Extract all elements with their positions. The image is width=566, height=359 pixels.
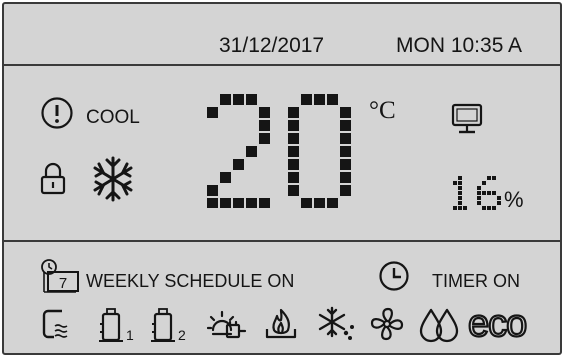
digit-dot [246,146,257,157]
digit-dot [482,181,486,185]
digit-dot [288,146,299,157]
digit-dot [492,206,496,210]
digit-dot [458,181,462,185]
digit-dot [288,120,299,131]
digit-dot [492,191,496,195]
weekly-schedule-label: WEEKLY SCHEDULE ON [86,271,295,291]
digit-dot [497,201,501,205]
digit-dot [327,198,338,208]
plug-sun-icon [207,305,247,343]
mode-label: COOL [86,107,140,128]
digit-dot [246,94,257,105]
digit-dot [482,191,486,195]
tank-2-index: 2 [178,327,186,343]
digit-dot [482,206,486,210]
digit-dot [288,133,299,144]
digit-dot [340,185,351,196]
fan-icon [368,306,406,342]
calendar-day: 7 [59,275,67,292]
digit-dot [458,176,462,180]
digit-dot [340,107,351,118]
top-divider [4,64,560,66]
tank-1-index: 1 [126,327,134,343]
monitor-icon [450,102,484,136]
bottom-divider [4,240,560,242]
digit-dot [487,176,491,180]
digit-dot [246,198,257,208]
digit-dot [487,191,491,195]
temperature-unit: °C [369,97,396,124]
digit-dot [453,206,457,210]
digit-dot [207,185,218,196]
thermostat-display: 31/12/2017 MON 10:35 A COOL 20 °C [2,2,562,355]
digit-dot [220,198,231,208]
digit-dot [314,198,325,208]
digit-dot [492,176,496,180]
digit-dot [497,196,501,200]
tank-1-icon: 1 [96,306,136,344]
digit-dot [340,172,351,183]
snowflake-icon [90,154,136,204]
temperature-display: 20 [207,94,367,208]
digit-dot [207,198,218,208]
digit-dot [477,186,481,190]
humidity-display: 16 [448,176,502,212]
digit-dot [458,191,462,195]
digit-dot [288,172,299,183]
digit-dot [487,206,491,210]
digit-dot [301,198,312,208]
padlock-icon [40,162,66,196]
defrost-icon [316,305,356,343]
digit-dot [340,146,351,157]
eco-text: eco [468,304,526,344]
digit-dot [259,198,270,208]
digit-dot [458,186,462,190]
digit-dot [340,120,351,131]
clock-icon [378,260,410,292]
digit-dot [259,120,270,131]
digit-dot [288,107,299,118]
digit-dot [220,172,231,183]
calendar-clock-icon: 7 [40,258,82,294]
digit-dot [233,198,244,208]
digit-dot [233,94,244,105]
digit-dot [340,133,351,144]
digit-dot [327,94,338,105]
digit-dot [477,191,481,195]
digit-dot [259,133,270,144]
clock-display: MON 10:35 A [396,34,523,57]
humidity-unit: % [504,187,524,212]
drops-icon [418,305,460,343]
digit-dot [233,159,244,170]
tank-2-icon: 2 [148,306,190,344]
digit-dot [477,201,481,205]
digit-dot [458,196,462,200]
digit-dot [463,206,467,210]
eco-icon: eco [466,304,552,344]
digit-dot [477,196,481,200]
flame-icon [262,306,300,342]
digit-dot [458,206,462,210]
digit-dot [314,94,325,105]
digit-dot [458,201,462,205]
digit-dot [220,94,231,105]
timer-label: TIMER ON [432,271,520,291]
digit-dot [288,159,299,170]
digit-dot [207,107,218,118]
exclamation-circle-icon [40,96,74,130]
digit-dot [453,181,457,185]
digit-dot [301,94,312,105]
wall-unit-icon [40,307,74,343]
date-display: 31/12/2017 [219,34,325,57]
digit-dot [259,107,270,118]
digit-dot [340,159,351,170]
digit-dot [288,185,299,196]
